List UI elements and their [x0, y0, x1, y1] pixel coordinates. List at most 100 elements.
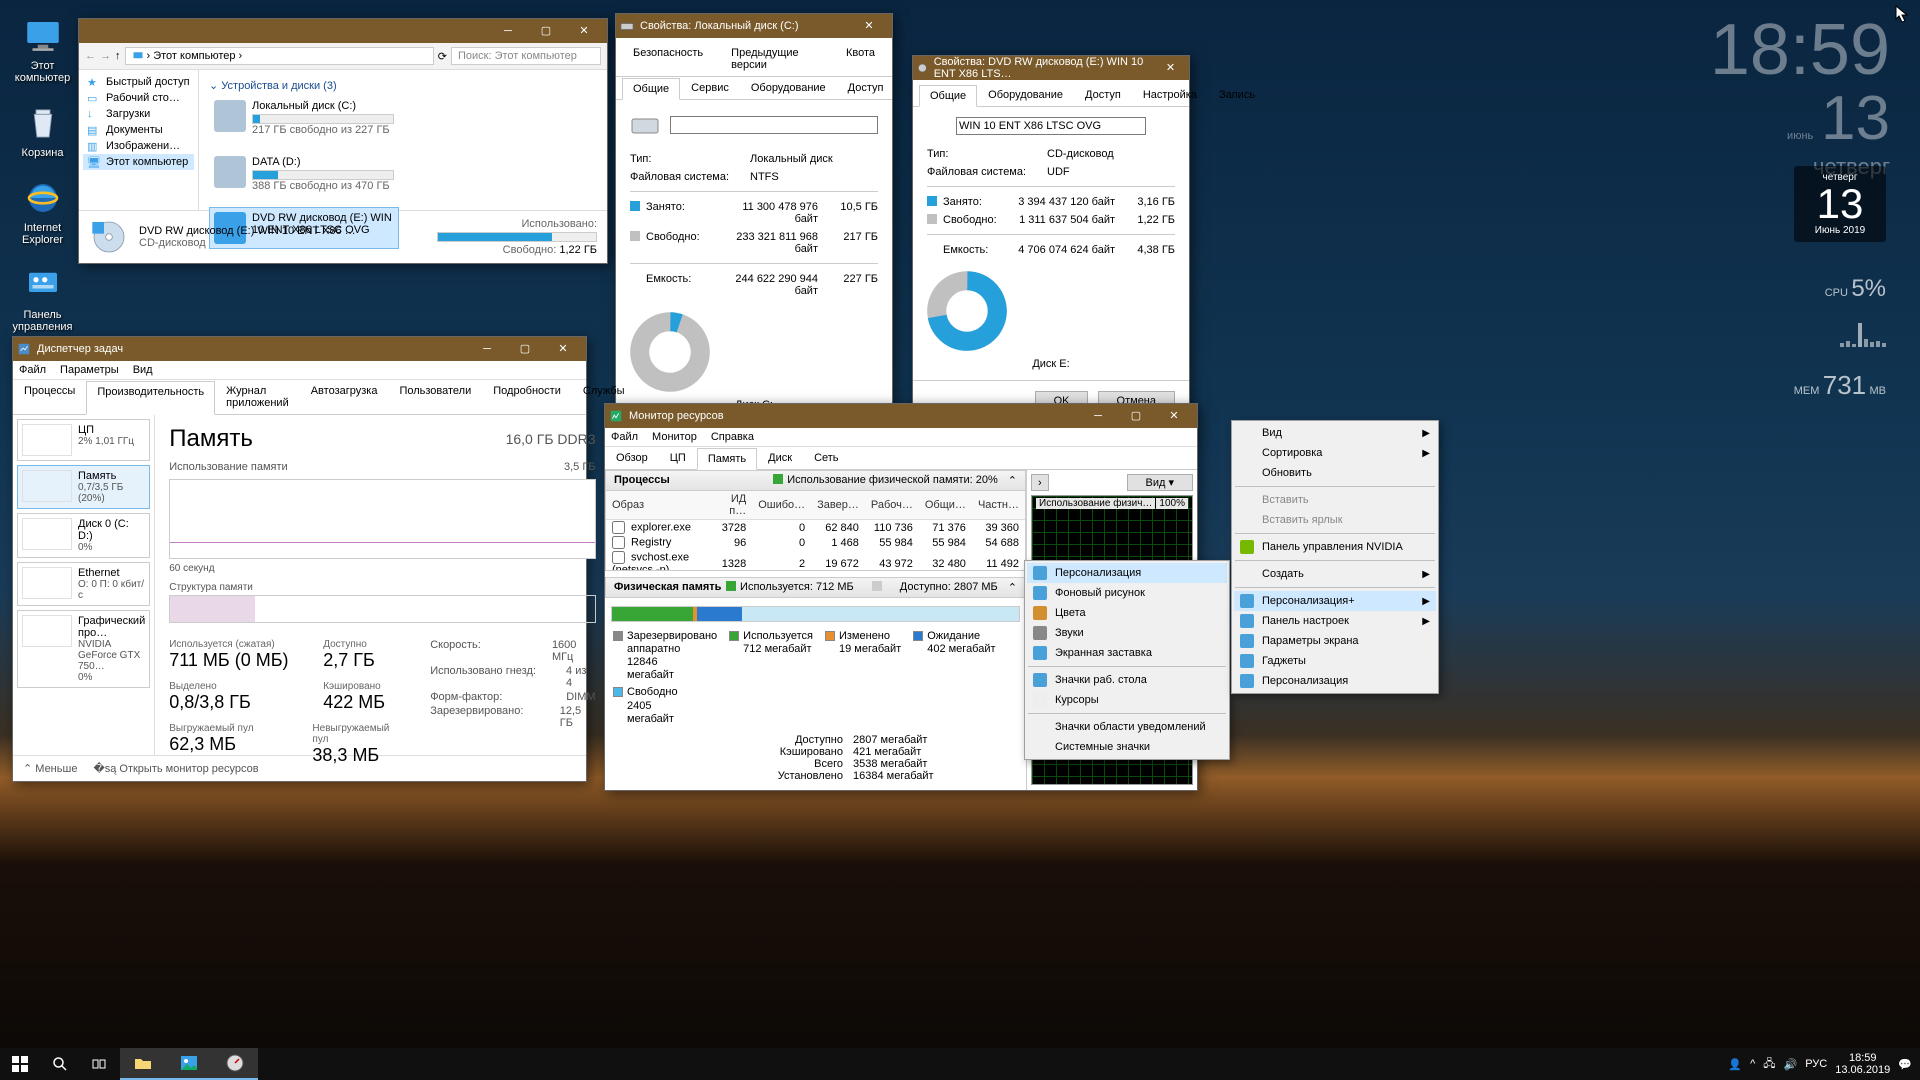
volume-label-input[interactable] [956, 117, 1146, 135]
tab[interactable]: Безопасность [622, 42, 714, 76]
menu-item[interactable]: Параметры [60, 364, 119, 376]
menu-item[interactable]: Сортировка▶ [1234, 443, 1436, 463]
nav-item[interactable]: ↓Загрузки [83, 106, 194, 122]
close-button[interactable]: ✕ [544, 338, 582, 360]
close-button[interactable]: ✕ [1155, 405, 1193, 427]
volume-label-input[interactable] [670, 116, 878, 134]
tab[interactable]: Диск [757, 447, 803, 469]
perf-card[interactable]: Графический про…NVIDIA GeForce GTX 750…0… [17, 610, 150, 688]
nav-up-icon[interactable]: ↑ [115, 50, 121, 62]
tab[interactable]: Предыдущие версии [720, 42, 829, 76]
drive-item[interactable]: Локальный диск (C:)217 ГБ свободно из 22… [209, 95, 399, 141]
menu-item[interactable]: Вставить ярлык [1234, 510, 1436, 530]
perf-card[interactable]: Память0,7/3,5 ГБ (20%) [17, 465, 150, 509]
tray-language[interactable]: РУС [1805, 1058, 1827, 1070]
search-input[interactable]: Поиск: Этот компьютер [451, 47, 601, 65]
minimize-button[interactable]: ─ [468, 338, 506, 360]
desktop-icon-ie[interactable]: Internet Explorer [5, 177, 80, 246]
minimize-button[interactable]: ─ [1079, 405, 1117, 427]
titlebar[interactable]: Свойства: Локальный диск (C:) ✕ [616, 14, 892, 38]
titlebar[interactable]: Диспетчер задач ─ ▢ ✕ [13, 337, 586, 361]
nav-item[interactable]: ★Быстрый доступ [83, 74, 194, 90]
tab[interactable]: Настройка [1132, 84, 1208, 106]
maximize-button[interactable]: ▢ [527, 20, 565, 42]
menu-item[interactable]: Персонализация [1027, 563, 1227, 583]
desktop-icon-this-pc[interactable]: Этот компьютер [5, 15, 80, 84]
desktop-icon-recycle-bin[interactable]: Корзина [5, 102, 80, 159]
table-row[interactable]: svchost.exe (netsvcs -p)1328219 67243 97… [606, 550, 1025, 571]
tab[interactable]: Общие [622, 78, 680, 100]
system-tray[interactable]: 👤 ^ 🖧 🔊 РУС 18:5913.06.2019 💬 [1720, 1052, 1920, 1076]
tray-volume-icon[interactable]: 🔊 [1784, 1058, 1798, 1071]
menu-item[interactable]: Панель управления NVIDIA [1234, 537, 1436, 557]
tab[interactable]: Сервис [680, 77, 740, 99]
menu-item[interactable]: Гаджеты [1234, 651, 1436, 671]
tab[interactable]: ЦП [659, 447, 697, 469]
tab[interactable]: Оборудование [977, 84, 1074, 106]
view-dropdown[interactable]: Вид ▾ [1127, 474, 1193, 491]
tab[interactable]: Доступ [837, 77, 895, 99]
menu-item[interactable]: Файл [19, 364, 46, 376]
perf-card[interactable]: ЦП2% 1,01 ГГц [17, 419, 150, 461]
titlebar[interactable]: Свойства: DVD RW дисковод (E:) WIN 10 EN… [913, 56, 1189, 80]
tab[interactable]: Общие [919, 85, 977, 107]
menu-item[interactable]: Монитор [652, 431, 697, 443]
tab[interactable]: Процессы [13, 380, 86, 414]
menu-item[interactable]: Вид [133, 364, 153, 376]
tab[interactable]: Запись [1208, 84, 1266, 106]
minimize-button[interactable]: ─ [489, 20, 527, 42]
tray-clock[interactable]: 18:5913.06.2019 [1835, 1052, 1890, 1076]
menu-item[interactable]: Значки области уведомлений [1027, 717, 1227, 737]
menu-item[interactable]: Вставить [1234, 490, 1436, 510]
refresh-icon[interactable]: ⟳ [438, 50, 447, 63]
processes-table[interactable]: ОбразИД п…Ошибо…Завер…Рабоч…Общи…Частн… … [605, 491, 1026, 571]
table-row[interactable]: explorer.exe3728062 840110 73671 37639 3… [606, 520, 1025, 536]
menu-item[interactable]: Файл [611, 431, 638, 443]
nav-item[interactable]: ▭Рабочий сто… [83, 90, 194, 106]
table-row[interactable]: Registry9601 46855 98455 98454 688 [606, 535, 1025, 550]
perf-card[interactable]: Диск 0 (C: D:)0% [17, 513, 150, 558]
menu-item[interactable]: Персонализация+▶ [1234, 591, 1436, 611]
chart-nav-button[interactable]: › [1031, 474, 1049, 491]
menu-item[interactable]: Системные значки [1027, 737, 1227, 757]
tab[interactable]: Память [697, 448, 757, 470]
processes-header[interactable]: ПроцессыИспользование физической памяти:… [605, 470, 1026, 491]
drive-item[interactable]: DATA (D:)388 ГБ свободно из 470 ГБ [209, 151, 399, 197]
taskbar-app-photos[interactable] [166, 1048, 212, 1080]
titlebar[interactable]: ─ ▢ ✕ [79, 19, 607, 43]
menu-item[interactable]: Обновить [1234, 463, 1436, 483]
close-button[interactable]: ✕ [850, 15, 888, 37]
menu-item[interactable]: Параметры экрана [1234, 631, 1436, 651]
nav-item[interactable]: ▥Изображени… [83, 138, 194, 154]
fewer-details-link[interactable]: ⌃ Меньше [23, 762, 77, 775]
menu-item[interactable]: Звуки [1027, 623, 1227, 643]
tab[interactable]: Оборудование [740, 77, 837, 99]
menu-item[interactable]: Экранная заставка [1027, 643, 1227, 663]
maximize-button[interactable]: ▢ [1117, 405, 1155, 427]
tab[interactable]: Пользователи [388, 380, 482, 414]
tab[interactable]: Обзор [605, 447, 659, 469]
menu-item[interactable]: Панель настроек▶ [1234, 611, 1436, 631]
taskbar-app-resmon[interactable] [212, 1048, 258, 1080]
close-button[interactable]: ✕ [565, 20, 603, 42]
nav-item[interactable]: 🖥Этот компьютер [83, 154, 194, 170]
desktop-icon-control-panel[interactable]: Панель управления [5, 264, 80, 333]
tray-network-icon[interactable]: 🖧 [1763, 1055, 1775, 1074]
physmem-header[interactable]: Физическая памятьИспользуется: 712 МБДос… [605, 577, 1026, 598]
perf-card[interactable]: EthernetО: 0 П: 0 кбит/с [17, 562, 150, 606]
close-button[interactable]: ✕ [1156, 57, 1185, 79]
start-button[interactable] [0, 1048, 40, 1080]
nav-back-icon[interactable]: ← [85, 50, 96, 62]
open-resmon-link[interactable]: �są Открыть монитор ресурсов [93, 762, 258, 775]
search-icon[interactable] [40, 1048, 80, 1080]
menu-item[interactable]: Фоновый рисунок [1027, 583, 1227, 603]
tray-chevron-icon[interactable]: ^ [1750, 1058, 1755, 1070]
tab[interactable]: Подробности [482, 380, 572, 414]
menu-item[interactable]: Цвета [1027, 603, 1227, 623]
tab[interactable]: Автозагрузка [300, 380, 389, 414]
menu-item[interactable]: Справка [711, 431, 754, 443]
tray-people-icon[interactable]: 👤 [1728, 1058, 1742, 1071]
nav-forward-icon[interactable]: → [100, 50, 111, 62]
maximize-button[interactable]: ▢ [506, 338, 544, 360]
nav-item[interactable]: ▤Документы [83, 122, 194, 138]
